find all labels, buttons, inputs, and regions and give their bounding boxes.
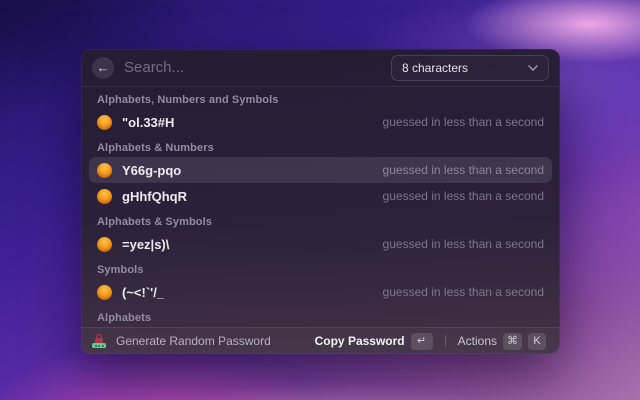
command-palette-window: ← 8 characters Alphabets, Numbers and Sy… <box>81 49 560 354</box>
orange-circle-icon <box>97 236 112 252</box>
password-row[interactable]: (~<!`'/_ guessed in less than a second <box>89 279 552 305</box>
command-key-icon: ⌘ <box>503 332 522 350</box>
section-header-alphabets-symbols: Alphabets & Symbols <box>97 216 212 228</box>
password-strength-label: guessed in less than a second <box>382 237 544 251</box>
password-length-dropdown[interactable]: 8 characters <box>391 54 549 81</box>
orange-circle-icon <box>97 162 112 178</box>
password-row-selected[interactable]: Y66g-pqo guessed in less than a second <box>89 157 552 183</box>
password-strength-label: guessed in less than a second <box>382 163 544 177</box>
footer-divider <box>444 335 446 347</box>
orange-circle-icon <box>97 114 112 130</box>
section-header-alphabets-numbers-symbols: Alphabets, Numbers and Symbols <box>97 94 279 106</box>
password-strength-label: guessed in less than a second <box>382 115 544 129</box>
chevron-down-icon <box>528 64 538 71</box>
orange-circle-icon <box>97 188 112 204</box>
password-strength-label: guessed in less than a second <box>382 285 544 299</box>
password-value: gHhfQhqR <box>122 188 187 204</box>
password-row[interactable]: "ol.33#H guessed in less than a second <box>89 109 552 135</box>
password-length-value: 8 characters <box>402 60 469 75</box>
section-header-alphabets-numbers: Alphabets & Numbers <box>97 142 214 154</box>
k-key-icon: K <box>528 332 546 350</box>
action-bar: Generate Random Password Copy Password ↵… <box>81 327 560 354</box>
password-row[interactable]: =yez|s)\ guessed in less than a second <box>89 231 552 257</box>
password-results-list: Alphabets, Numbers and Symbols "ol.33#H … <box>81 87 560 327</box>
return-key-icon: ↵ <box>410 332 433 350</box>
copy-password-label: Copy Password <box>314 334 405 348</box>
password-value: "ol.33#H <box>122 114 175 130</box>
section-header-alphabets: Alphabets <box>97 312 152 324</box>
command-title: Generate Random Password <box>116 334 271 348</box>
search-header: ← 8 characters <box>81 49 560 87</box>
copy-password-button[interactable]: Copy Password ↵ <box>311 331 437 352</box>
password-value: =yez|s)\ <box>122 236 170 252</box>
password-strength-label: guessed in less than a second <box>382 189 544 203</box>
actions-button[interactable]: Actions ⌘ K <box>454 331 550 352</box>
actions-label: Actions <box>457 334 497 348</box>
password-generator-icon <box>91 334 107 348</box>
orange-circle-icon <box>97 284 112 300</box>
password-row[interactable]: gHhfQhqR guessed in less than a second <box>89 183 552 209</box>
password-value: Y66g-pqo <box>122 162 182 178</box>
password-value: (~<!`'/_ <box>122 284 165 300</box>
search-input[interactable] <box>124 59 391 76</box>
section-header-symbols: Symbols <box>97 264 144 276</box>
back-button[interactable]: ← <box>92 56 114 79</box>
